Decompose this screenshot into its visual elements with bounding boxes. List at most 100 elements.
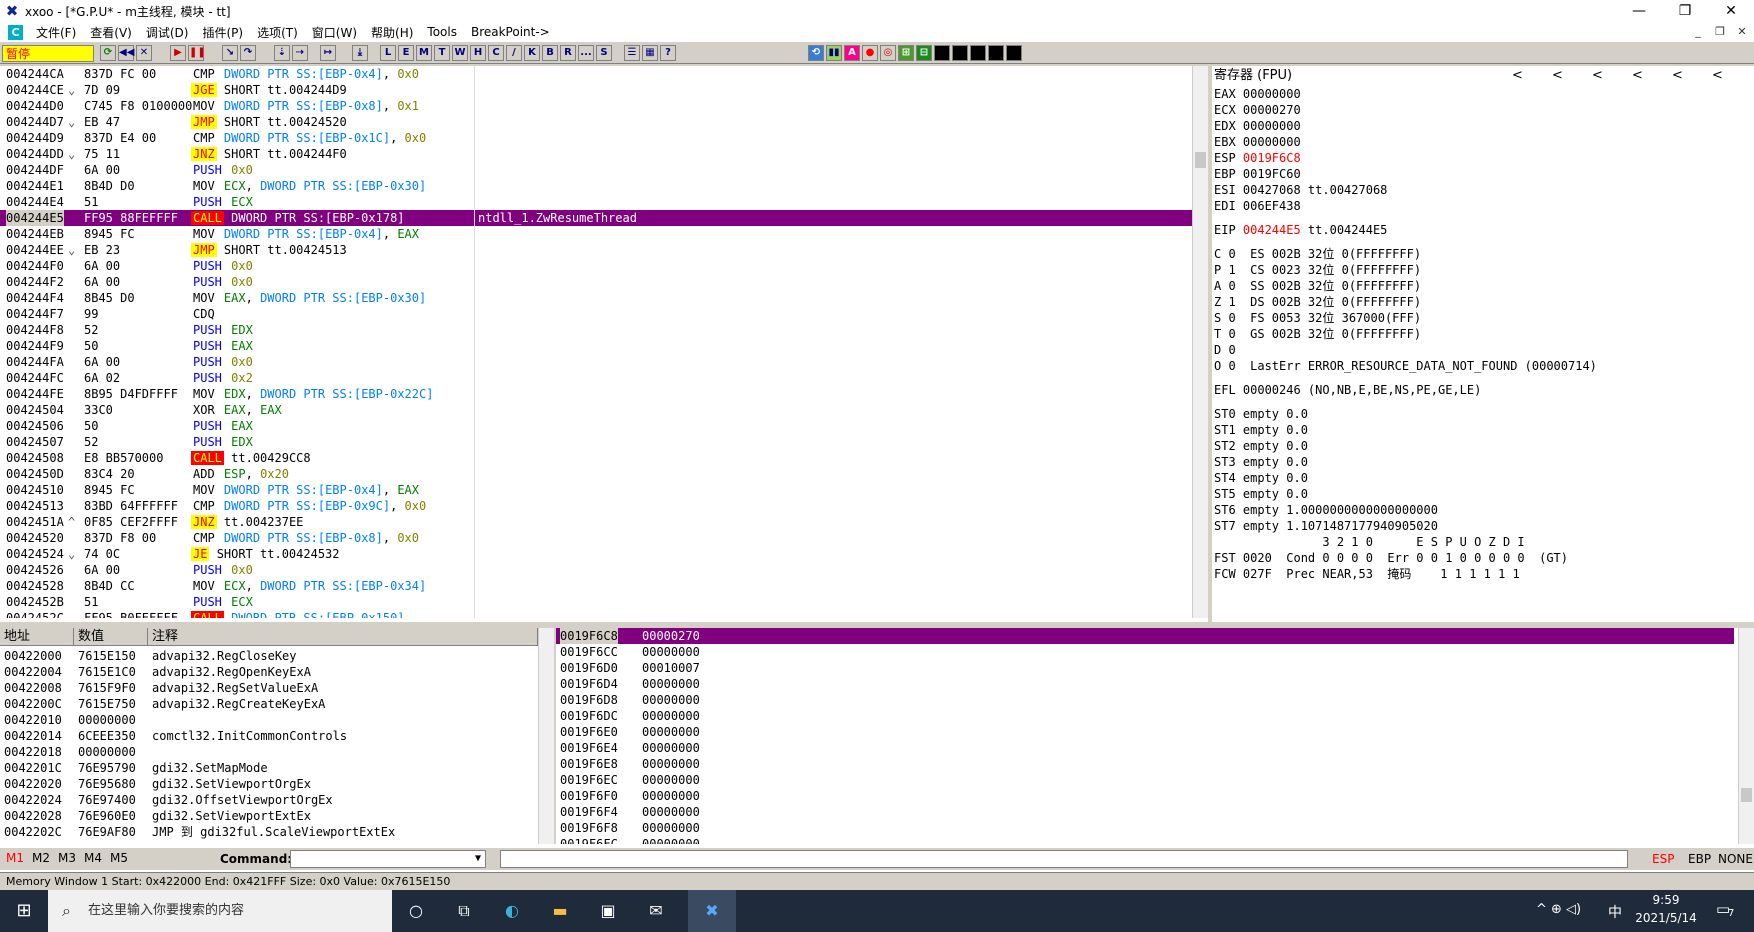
disasm-row[interactable]: 004244EB 8945 FC MOV DWORD PTR SS:[EBP-0x4…	[0, 226, 1192, 242]
dump-row[interactable]: 00422014 6CEEE350 comctl32.InitCommonContr…	[0, 728, 538, 744]
trace-over-icon[interactable]: ⇢	[292, 45, 308, 61]
mdi-close-button[interactable]: ✕	[1732, 24, 1752, 40]
disasm-row[interactable]: 004244D0 C745 F8 0100000 MOV DWORD PTR SS:…	[0, 98, 1192, 114]
tb-handles-button[interactable]: H	[470, 45, 486, 61]
execute-till-user-icon[interactable]: ⤓	[352, 45, 368, 61]
col-comment-header[interactable]: 注释	[148, 628, 538, 646]
arrow-left-icon[interactable]: <	[1672, 66, 1683, 86]
disasm-row[interactable]: 004244DD ⌄ 75 11 JNZ SHORT tt.004244F0	[0, 146, 1192, 162]
register-row[interactable]: FST 0020 Cond 0 0 0 0 Err 0 0 1 0 0 0 0 …	[1214, 550, 1754, 566]
disassembly-scrollbar[interactable]	[1192, 66, 1208, 618]
close-button[interactable]: ✕	[1708, 0, 1754, 22]
disasm-row[interactable]: 00424524 ⌄ 74 0C JE SHORT tt.00424532	[0, 546, 1192, 562]
windows-start-icon[interactable]: ⊞	[0, 890, 48, 932]
tb-references-button[interactable]: R	[560, 45, 576, 61]
cortana-icon[interactable]: ○	[392, 890, 440, 932]
disasm-row[interactable]: 0042451A ^ 0F85 CEF2FFFF JNZ tt.004237EE	[0, 514, 1192, 530]
register-row[interactable]: ST1 empty 0.0	[1214, 422, 1754, 438]
stack-row[interactable]: 0019F6CC 00000000	[556, 644, 1734, 660]
dump-row[interactable]: 0042201C 76E95790 gdi32.SetMapMode	[0, 760, 538, 776]
register-row[interactable]: EFL 00000246 (NO,NB,E,BE,NS,PE,GE,LE)	[1214, 382, 1754, 398]
register-row[interactable]: D 0	[1214, 342, 1754, 358]
disasm-row[interactable]: 00424520 837D F8 00 CMP DWORD PTR SS:[EBP-…	[0, 530, 1192, 546]
register-row[interactable]: FCW 027F Prec NEAR,53 掩码 1 1 1 1 1 1	[1214, 566, 1754, 582]
plugin-icon-2[interactable]: ▮▮	[826, 45, 842, 61]
plugin-icon-8[interactable]	[934, 45, 950, 61]
disasm-row[interactable]: 004244CE ⌄ 7D 09 JGE SHORT tt.004244D9	[0, 82, 1192, 98]
mail-icon[interactable]: ✉	[632, 890, 680, 932]
minimize-button[interactable]: —	[1616, 0, 1662, 22]
stack-row[interactable]: 0019F6F4 00000000	[556, 804, 1734, 820]
stack-row[interactable]: 0019F6C8 00000270	[556, 628, 1734, 644]
tb-callstack-button[interactable]: K	[524, 45, 540, 61]
child-window-icon[interactable]: C	[8, 24, 23, 40]
memory-dump-pane[interactable]: 地址 数值 注释 00422000 7615E150 advapi32.RegClo…	[0, 628, 538, 844]
mem-tab-m5[interactable]: M5	[110, 851, 128, 865]
task-view-icon[interactable]: ⧉	[440, 890, 488, 932]
scroll-thumb[interactable]	[1741, 788, 1752, 802]
disasm-row[interactable]: 004244FE 8B95 D4FDFFFF MOV EDX, DWORD PTR …	[0, 386, 1192, 402]
command-input[interactable]	[290, 850, 486, 868]
execute-till-return-icon[interactable]: ↦	[320, 45, 336, 61]
step-into-icon[interactable]: ↘	[222, 45, 238, 61]
dump-row[interactable]: 00422020 76E95680 gdi32.SetViewportOrgEx	[0, 776, 538, 792]
dump-row[interactable]: 00422010 00000000	[0, 712, 538, 728]
plugin-icon-11[interactable]	[988, 45, 1004, 61]
register-row[interactable]: O 0 LastErr ERROR_RESOURCE_DATA_NOT_FOUN…	[1214, 358, 1754, 374]
register-row[interactable]: EAX 00000000	[1214, 86, 1754, 102]
menu-help[interactable]: 帮助(H)	[364, 24, 420, 41]
menu-tools[interactable]: Tools	[420, 25, 464, 39]
col-address-header[interactable]: 地址	[0, 628, 74, 646]
ime-indicator[interactable]: 中	[1608, 902, 1622, 922]
disasm-row[interactable]: 004244DF 6A 00 PUSH 0x0	[0, 162, 1192, 178]
mem-tab-m3[interactable]: M3	[58, 851, 76, 865]
tb-log-button[interactable]: L	[380, 45, 396, 61]
register-row[interactable]: T 0 GS 002B 32位 0(FFFFFFFF)	[1214, 326, 1754, 342]
register-row[interactable]: S 0 FS 0053 32位 367000(FFF)	[1214, 310, 1754, 326]
stack-mode-ebp[interactable]: EBP	[1688, 852, 1711, 866]
mem-tab-m1[interactable]: M1	[6, 851, 24, 865]
register-row[interactable]: A 0 SS 002B 32位 0(FFFFFFFF)	[1214, 278, 1754, 294]
dump-row[interactable]: 00422018 00000000	[0, 744, 538, 760]
disasm-row[interactable]: 00424510 8945 FC MOV DWORD PTR SS:[EBP-0x4…	[0, 482, 1192, 498]
register-row[interactable]: ECX 00000270	[1214, 102, 1754, 118]
menu-breakpoint[interactable]: BreakPoint->	[464, 25, 557, 39]
tb-threads-button[interactable]: T	[434, 45, 450, 61]
disasm-row[interactable]: 004244E5 FF95 88FEFFFF CALL DWORD PTR SS:[…	[0, 210, 1192, 226]
menu-options[interactable]: 选项(T)	[250, 24, 305, 41]
run-icon[interactable]: ▶	[170, 45, 186, 61]
dump-scrollbar[interactable]	[538, 628, 554, 844]
arrow-left-icon[interactable]: <	[1712, 66, 1723, 86]
system-tray-icons[interactable]: ^ ⊕ ◁)	[1536, 902, 1581, 917]
disasm-row[interactable]: 004244EE ⌄ EB 23 JMP SHORT tt.00424513	[0, 242, 1192, 258]
plugin-icon-1[interactable]: ⟲	[808, 45, 824, 61]
register-row[interactable]: EDX 00000000	[1214, 118, 1754, 134]
disasm-row[interactable]: 00424506 50 PUSH EAX	[0, 418, 1192, 434]
tb-memory-button[interactable]: M	[416, 45, 432, 61]
step-over-icon[interactable]: ↷	[240, 45, 256, 61]
stack-row[interactable]: 0019F6F8 00000000	[556, 820, 1734, 836]
menu-window[interactable]: 窗口(W)	[305, 24, 364, 41]
stack-row[interactable]: 0019F6E0 00000000	[556, 724, 1734, 740]
disasm-row[interactable]: 00424507 52 PUSH EDX	[0, 434, 1192, 450]
tb-patches-button[interactable]: /	[506, 45, 522, 61]
disasm-row[interactable]: 00424513 83BD 64FFFFFF CMP DWORD PTR SS:[E…	[0, 498, 1192, 514]
edge-icon[interactable]: ◐	[488, 890, 536, 932]
command-dropdown-icon[interactable]: ▼	[470, 851, 486, 867]
disasm-row[interactable]: 0042452B 51 PUSH ECX	[0, 594, 1192, 610]
disasm-row[interactable]: 00424528 8B4D CC MOV ECX, DWORD PTR SS:[EB…	[0, 578, 1192, 594]
dump-row[interactable]: 00422028 76E960E0 gdi32.SetViewportExtEx	[0, 808, 538, 824]
help-icon[interactable]: ?	[660, 45, 676, 61]
stack-row[interactable]: 0019F6FC 00000000	[556, 836, 1734, 844]
disasm-row[interactable]: 00424504 33C0 XOR EAX, EAX	[0, 402, 1192, 418]
disasm-row[interactable]: 004244F4 8B45 D0 MOV EAX, DWORD PTR SS:[EB…	[0, 290, 1192, 306]
register-row[interactable]: ST0 empty 0.0	[1214, 406, 1754, 422]
tb-source-button[interactable]: S	[596, 45, 612, 61]
menu-debug[interactable]: 调试(D)	[139, 24, 196, 41]
debugger-taskbar-icon[interactable]: ✖	[688, 890, 736, 932]
tb-windows-button[interactable]: W	[452, 45, 468, 61]
disasm-row[interactable]: 004244FA 6A 00 PUSH 0x0	[0, 354, 1192, 370]
mdi-restore-button[interactable]: ❐	[1710, 24, 1730, 40]
dump-row[interactable]: 0042200C 7615E750 advapi32.RegCreateKeyExA	[0, 696, 538, 712]
options-icon[interactable]: ▦	[642, 45, 658, 61]
